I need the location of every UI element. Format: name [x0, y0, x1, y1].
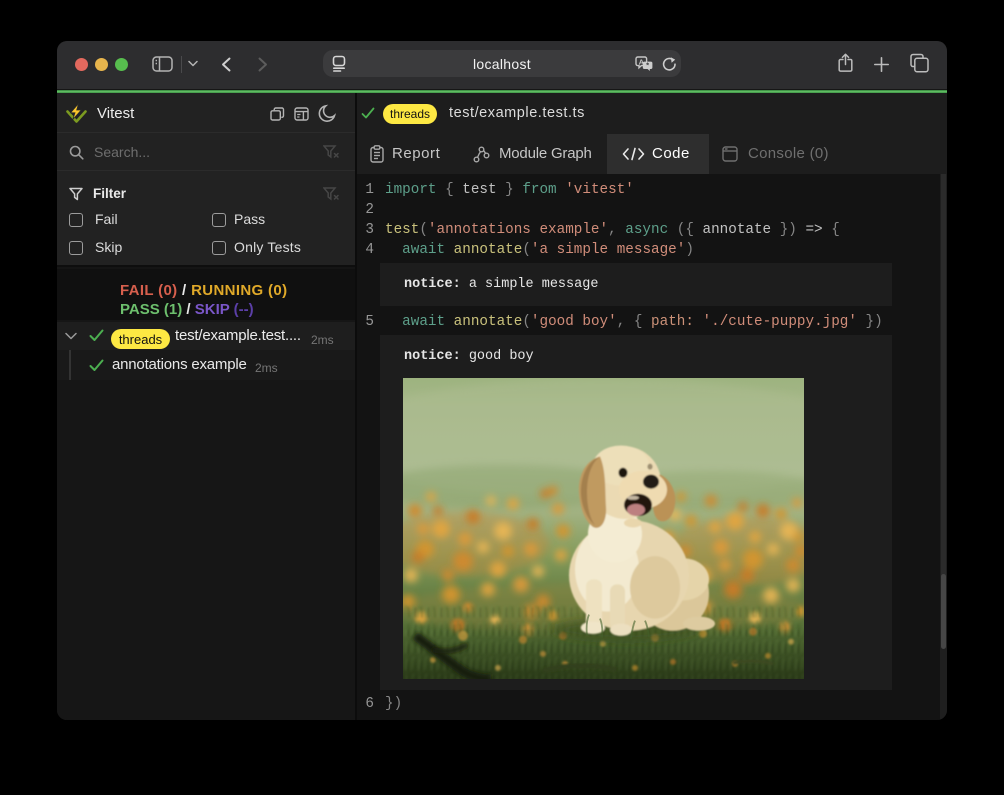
svg-text:*: * [646, 61, 649, 70]
